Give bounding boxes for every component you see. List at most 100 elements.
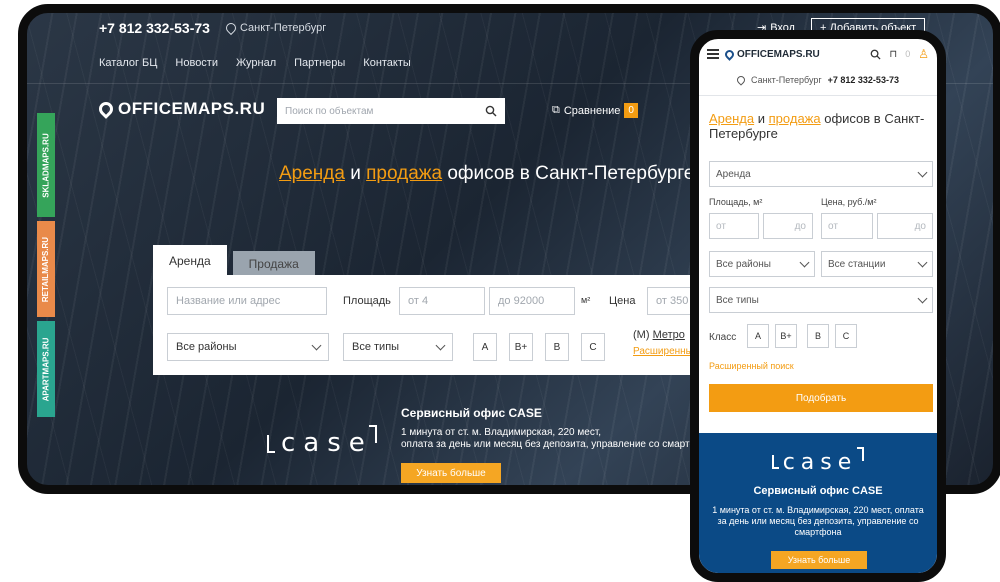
- type-select[interactable]: Все типы: [343, 333, 453, 361]
- submit-button[interactable]: Подобрать: [709, 384, 933, 412]
- deal-type-select[interactable]: Аренда: [709, 161, 933, 187]
- bookmark-icon[interactable]: ⊓: [889, 49, 897, 60]
- side-tab-skladmaps[interactable]: SKLADMAPS.RU: [37, 113, 55, 217]
- city-label: Санкт-Петербург: [239, 22, 327, 34]
- price-to-placeholder: до: [914, 220, 926, 232]
- nav-item-news[interactable]: Новости: [175, 57, 218, 79]
- district-select[interactable]: Все районы: [167, 333, 329, 361]
- area-to-input[interactable]: до: [763, 213, 813, 239]
- price-to-input[interactable]: до: [877, 213, 933, 239]
- area-label: Площадь: [343, 295, 391, 307]
- mobile-city[interactable]: Санкт-Петербург: [751, 75, 822, 85]
- metro-label: Метро: [652, 329, 685, 341]
- class-bplus-button[interactable]: B+: [775, 324, 797, 348]
- banner-text: 1 минута от ст. м. Владимирская, 220 мес…: [712, 505, 924, 537]
- area-unit: м²: [581, 295, 591, 305]
- mobile-logo-text: OFFICEMAPS.RU: [737, 48, 820, 60]
- menu-icon[interactable]: [707, 49, 719, 59]
- type-select[interactable]: Все типы: [709, 287, 933, 313]
- station-select[interactable]: Все станции: [821, 251, 933, 277]
- search-icon[interactable]: [870, 49, 881, 60]
- case-logo: case: [267, 425, 377, 458]
- nav-item-partners[interactable]: Партнеры: [294, 57, 345, 79]
- search-form: Название или адрес Площадь от 4 до 92000…: [153, 275, 713, 375]
- rent-link[interactable]: Аренда: [709, 111, 754, 126]
- location-pin-icon: [735, 74, 747, 86]
- site-logo[interactable]: OFFICEMAPS.RU: [96, 99, 266, 119]
- area-label: Площадь, м²: [709, 197, 763, 207]
- banner-line-1: 1 минута от ст. м. Владимирская, 220 мес…: [401, 427, 602, 438]
- search-input[interactable]: Поиск по объектам: [277, 98, 505, 124]
- class-c-button[interactable]: C: [835, 324, 857, 348]
- sale-link[interactable]: продажа: [769, 111, 821, 126]
- price-from-placeholder: от: [828, 220, 838, 232]
- mobile-logo[interactable]: OFFICEMAPS.RU: [723, 47, 820, 61]
- chevron-down-icon: [917, 167, 928, 177]
- advanced-search-link[interactable]: Расширенный поиск: [709, 361, 794, 371]
- area-to-input[interactable]: до 92000: [489, 287, 575, 315]
- nav-item-contacts[interactable]: Контакты: [363, 57, 411, 79]
- compare-button[interactable]: ⧉ Сравнение 0: [552, 103, 638, 118]
- side-tab-apartmaps[interactable]: APARTMAPS.RU: [37, 321, 55, 417]
- class-label: Класс: [709, 332, 737, 343]
- favorites-count: 0: [905, 49, 911, 59]
- user-icon[interactable]: ♙: [918, 47, 929, 61]
- class-b-button[interactable]: B: [545, 333, 569, 361]
- case-bracket-left: [267, 435, 275, 453]
- nav-item-catalog[interactable]: Каталог БЦ: [99, 57, 157, 79]
- phone-number[interactable]: +7 812 332-53-73: [99, 20, 210, 36]
- hero-text-rest: офисов в Санкт-Петербурге: [442, 163, 695, 184]
- nav-item-journal[interactable]: Журнал: [236, 57, 276, 79]
- case-logo-text: case: [281, 428, 373, 458]
- price-from-input[interactable]: от: [821, 213, 873, 239]
- logo-text: OFFICEMAPS.RU: [118, 99, 266, 118]
- area-from-input[interactable]: от 4: [399, 287, 485, 315]
- district-select[interactable]: Все районы: [709, 251, 815, 277]
- case-bracket-left: [771, 455, 779, 469]
- metro-icon: (M): [633, 329, 650, 341]
- area-from-input[interactable]: от: [709, 213, 759, 239]
- district-value: Все районы: [716, 258, 771, 270]
- mobile-screen: OFFICEMAPS.RU ⊓ 0 ♙ Санкт-Петербург +7 8…: [690, 30, 946, 582]
- tab-sale[interactable]: Продажа: [232, 251, 315, 277]
- price-from-value: от 350: [656, 295, 689, 307]
- banner-text: 1 минута от ст. м. Владимирская, 220 мес…: [401, 427, 714, 451]
- class-a-button[interactable]: A: [473, 333, 497, 361]
- case-bracket-right: [368, 425, 377, 443]
- side-tab-label: APARTMAPS.RU: [41, 337, 51, 401]
- banner-line-2: оплата за день или месяц без депозита, у…: [401, 439, 715, 450]
- class-a-button[interactable]: A: [747, 324, 769, 348]
- search-tabs: Аренда Продажа: [153, 245, 315, 277]
- chevron-down-icon: [799, 257, 810, 267]
- tab-rent[interactable]: Аренда: [153, 245, 227, 277]
- area-from-value: от 4: [408, 295, 429, 307]
- class-c-button[interactable]: C: [581, 333, 605, 361]
- mobile-divider: [699, 95, 937, 96]
- class-bplus-button[interactable]: B+: [509, 333, 533, 361]
- sale-link[interactable]: продажа: [366, 163, 442, 184]
- side-tab-label: SKLADMAPS.RU: [41, 132, 51, 198]
- learn-more-button[interactable]: Узнать больше: [771, 551, 867, 569]
- name-or-address-input[interactable]: Название или адрес: [167, 287, 327, 315]
- banner-title: Сервисный офис CASE: [401, 406, 542, 420]
- compare-label: Сравнение: [563, 104, 621, 117]
- search-icon[interactable]: [485, 105, 497, 117]
- name-placeholder: Название или адрес: [176, 295, 281, 307]
- logo-pin-icon: [723, 47, 736, 61]
- mobile-title: Аренда и продажа офисов в Санкт-Петербур…: [709, 111, 929, 141]
- chevron-down-icon: [435, 340, 446, 350]
- title-and: и: [754, 111, 769, 126]
- side-tab-label: RETAILMAPS.RU: [41, 236, 51, 302]
- area-to-placeholder: до: [794, 220, 806, 232]
- metro-link[interactable]: (M) Метро: [633, 329, 685, 341]
- city-selector[interactable]: Санкт-Петербург: [223, 20, 327, 36]
- side-tab-retailmaps[interactable]: RETAILMAPS.RU: [37, 221, 55, 317]
- rent-link[interactable]: Аренда: [279, 163, 345, 184]
- class-b-button[interactable]: B: [807, 324, 829, 348]
- learn-more-button[interactable]: Узнать больше: [401, 463, 501, 483]
- chevron-down-icon: [311, 340, 322, 350]
- mobile-phone[interactable]: +7 812 332-53-73: [828, 75, 899, 85]
- deal-type-value: Аренда: [716, 168, 751, 180]
- type-value: Все типы: [352, 341, 400, 353]
- area-to-value: до 92000: [498, 295, 545, 307]
